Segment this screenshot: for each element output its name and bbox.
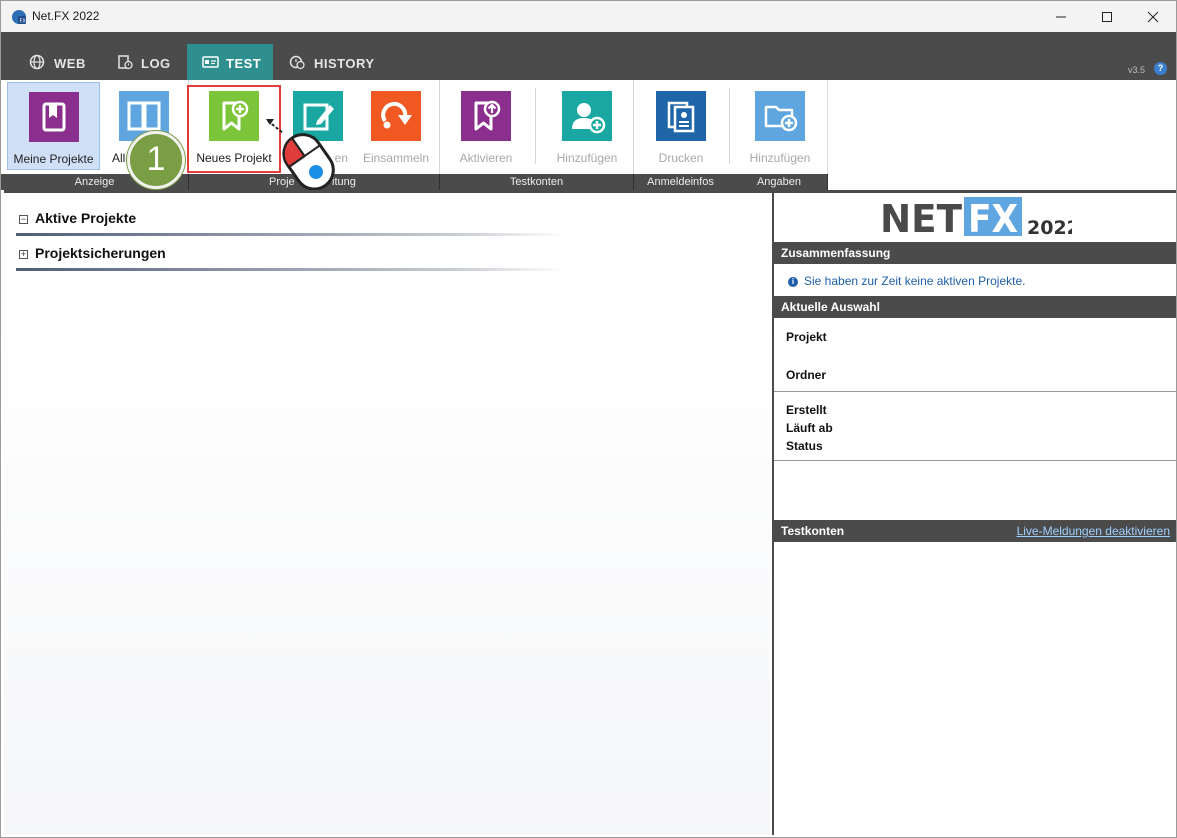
test-icon bbox=[202, 56, 219, 68]
window-title: Net.FX 2022 bbox=[32, 9, 100, 23]
field-label-status: Status bbox=[786, 439, 823, 453]
print-button[interactable]: Drucken bbox=[635, 82, 727, 170]
svg-text:FX: FX bbox=[20, 19, 27, 25]
disable-live-messages-link[interactable]: Live-Meldungen deaktivieren bbox=[1017, 520, 1170, 542]
group-divider bbox=[188, 174, 189, 190]
my-projects-label: Meine Projekte bbox=[13, 152, 94, 166]
tab-test-label: TEST bbox=[226, 56, 262, 71]
main-tab-bar: WEB LOG TEST HISTORY v3.5 ? bbox=[1, 32, 1176, 80]
summary-info-text: Sie haben zur Zeit keine aktiven Projekt… bbox=[804, 274, 1026, 288]
add-info-button[interactable]: Hinzufügen bbox=[733, 82, 827, 170]
test-accounts-header: Testkonten Live-Meldungen deaktivieren bbox=[774, 520, 1176, 542]
panel-background bbox=[4, 321, 770, 835]
maximize-icon bbox=[1102, 12, 1112, 22]
my-projects-icon bbox=[28, 92, 79, 142]
collect-label: Einsammeln bbox=[362, 151, 430, 165]
logo-fx-text: FX bbox=[968, 197, 1018, 237]
print-icon bbox=[656, 91, 706, 141]
log-icon bbox=[118, 55, 133, 70]
step-number-badge: 1 bbox=[127, 131, 185, 189]
print-label: Drucken bbox=[658, 151, 704, 165]
active-projects-title: Aktive Projekte bbox=[35, 210, 137, 226]
activate-icon bbox=[461, 91, 511, 141]
help-icon[interactable]: ? bbox=[1154, 62, 1167, 75]
close-icon bbox=[1147, 11, 1159, 23]
collapse-icon[interactable]: − bbox=[19, 215, 28, 224]
current-selection-header: Aktuelle Auswahl bbox=[774, 296, 1176, 318]
logo-year-text: 2022 bbox=[1027, 217, 1072, 237]
group-label-anmeldeinfos: Anmeldeinfos bbox=[647, 176, 714, 188]
divider-line bbox=[774, 460, 1176, 461]
tab-web-label: WEB bbox=[54, 56, 86, 71]
add-info-label: Hinzufügen bbox=[749, 151, 811, 165]
field-label-erstellt: Erstellt bbox=[786, 403, 827, 417]
logo-net-text: NET bbox=[880, 197, 962, 237]
mouse-click-icon bbox=[266, 119, 335, 191]
test-accounts-title: Testkonten bbox=[781, 524, 845, 538]
tab-log-label: LOG bbox=[141, 56, 171, 71]
add-user-icon bbox=[562, 91, 612, 141]
tab-test[interactable]: TEST bbox=[187, 44, 273, 80]
ribbon-separator bbox=[439, 80, 440, 174]
minimize-button[interactable] bbox=[1038, 1, 1084, 32]
details-panel: NET FX 2022 Zusammenfassung i Sie haben z… bbox=[772, 190, 1176, 835]
ribbon-separator bbox=[633, 80, 634, 174]
group-label-angaben: Angaben bbox=[756, 176, 802, 188]
ribbon-separator bbox=[535, 88, 536, 164]
summary-info-message: i Sie haben zur Zeit keine aktiven Projek… bbox=[788, 274, 1025, 288]
section-divider bbox=[16, 268, 566, 271]
collect-icon bbox=[371, 91, 421, 141]
project-backups-title: Projektsicherungen bbox=[35, 245, 166, 261]
group-divider bbox=[827, 174, 828, 190]
activate-button[interactable]: Aktivieren bbox=[441, 82, 531, 170]
collect-button[interactable]: Einsammeln bbox=[356, 82, 436, 170]
activate-label: Aktivieren bbox=[459, 151, 513, 165]
minimize-icon bbox=[1056, 16, 1066, 18]
info-icon: i bbox=[788, 277, 798, 287]
field-label-ordner: Ordner bbox=[786, 368, 827, 382]
summary-header: Zusammenfassung bbox=[774, 242, 1176, 264]
section-divider bbox=[16, 233, 566, 236]
group-label-testkonten: Testkonten bbox=[509, 176, 564, 188]
field-label-laeuft-ab: Läuft ab bbox=[786, 421, 833, 435]
ribbon-empty-area bbox=[827, 80, 1176, 190]
add-folder-icon bbox=[755, 91, 805, 141]
tab-web[interactable]: WEB bbox=[15, 44, 101, 80]
maximize-button[interactable] bbox=[1084, 1, 1130, 32]
netfx-logo: NET FX 2022 bbox=[880, 197, 1072, 237]
tab-history[interactable]: HISTORY bbox=[273, 44, 383, 80]
tab-log[interactable]: LOG bbox=[101, 44, 187, 80]
history-icon bbox=[289, 55, 305, 70]
add-test-account-label: Hinzufügen bbox=[556, 151, 618, 165]
app-window: FX Net.FX 2022 WEB LOG TEST HISTORY v3.5… bbox=[0, 0, 1177, 838]
project-backups-section[interactable]: + Projektsicherungen bbox=[16, 244, 576, 271]
ribbon-separator bbox=[729, 88, 730, 164]
app-logo-icon: FX bbox=[12, 10, 27, 25]
divider-line bbox=[774, 391, 1176, 392]
field-label-projekt: Projekt bbox=[786, 330, 827, 344]
tab-history-label: HISTORY bbox=[314, 56, 375, 71]
my-projects-button[interactable]: Meine Projekte bbox=[7, 82, 100, 170]
details-panel-top-border bbox=[772, 190, 1176, 193]
close-button[interactable] bbox=[1130, 1, 1176, 32]
globe-icon bbox=[29, 54, 45, 70]
version-label: v3.5 bbox=[1128, 65, 1146, 75]
add-test-account-button[interactable]: Hinzufügen bbox=[541, 82, 633, 170]
active-projects-section[interactable]: − Aktive Projekte bbox=[16, 209, 576, 236]
title-bar: FX Net.FX 2022 bbox=[1, 1, 1176, 32]
expand-icon[interactable]: + bbox=[19, 250, 28, 259]
